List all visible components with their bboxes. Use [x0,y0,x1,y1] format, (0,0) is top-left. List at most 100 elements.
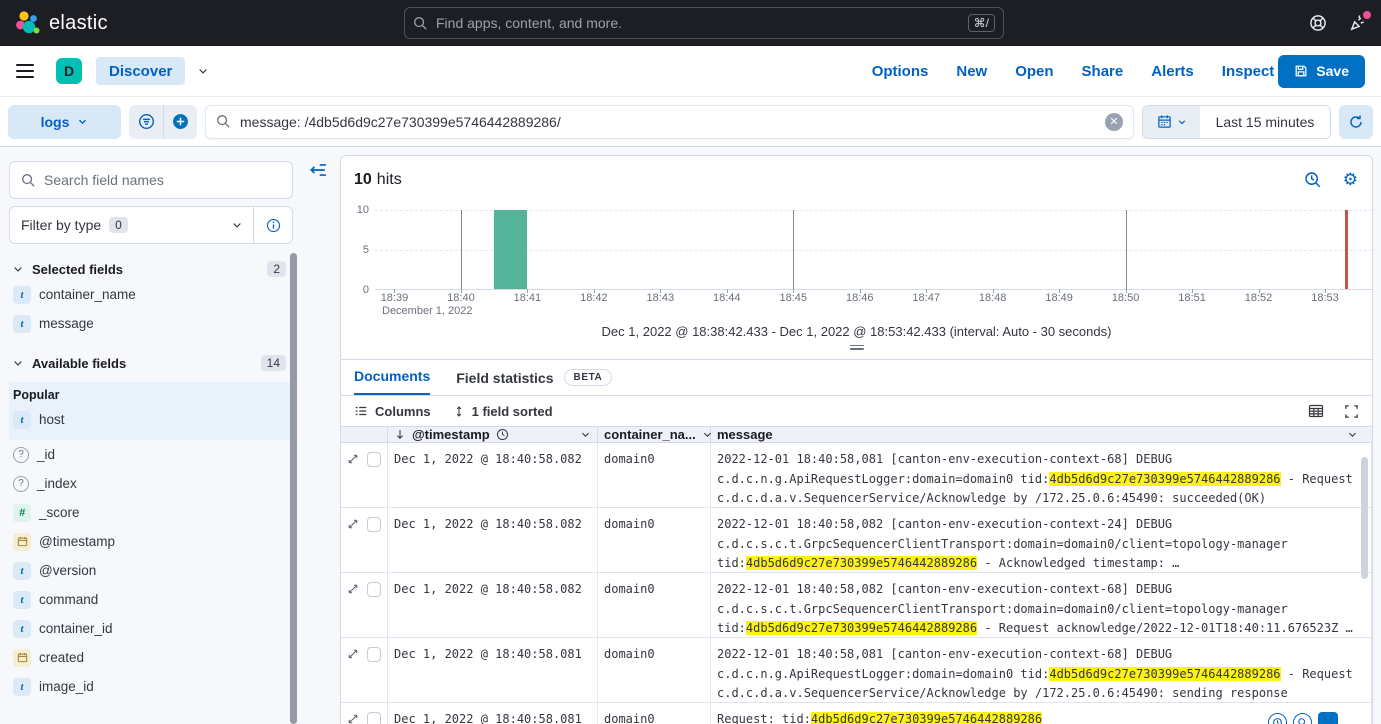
nav-link-open[interactable]: Open [1015,63,1053,80]
field-item-@version[interactable]: t@version [9,556,293,585]
space-avatar[interactable]: D [56,58,82,84]
collapse-sidebar-icon[interactable] [309,161,327,179]
global-search-input[interactable]: Find apps, content, and more. ⌘/ [404,7,1004,39]
document-row[interactable]: Dec 1, 2022 @ 18:40:58.082domain02022-12… [341,508,1372,573]
filter-by-type-dropdown[interactable]: Filter by type 0 [9,206,293,244]
search-icon [413,16,428,31]
help-icon[interactable] [1309,14,1327,32]
field-item-container_id[interactable]: tcontainer_id [9,614,293,643]
search-highlight: 4db5d6d9c27e730399e5746442889286 [1049,472,1280,486]
elastic-brand[interactable]: elastic [14,10,108,36]
grid-header-container-name[interactable]: container_na... [598,427,711,442]
available-fields-header[interactable]: Available fields 14 [9,352,293,374]
fullscreen-icon[interactable] [1344,404,1359,419]
expand-document-icon[interactable] [347,648,359,660]
display-options-table-icon[interactable] [1308,403,1324,419]
row-checkbox[interactable] [367,712,381,724]
row-checkbox[interactable] [367,582,381,597]
nav-link-inspect[interactable]: Inspect [1222,63,1275,80]
cell-filter-clock-icon[interactable] [1268,713,1287,724]
container-name-cell[interactable]: domain0 [598,703,711,724]
chart-options-gear-icon[interactable]: ⚙ [1343,172,1358,189]
menu-icon[interactable] [16,64,34,78]
document-row[interactable]: Dec 1, 2022 @ 18:40:58.081domain02022-12… [341,638,1372,703]
expand-document-icon[interactable] [347,453,359,465]
info-icon[interactable] [254,218,292,233]
save-button[interactable]: Save [1278,55,1365,88]
row-checkbox[interactable] [367,452,381,467]
brand-name: elastic [49,12,108,35]
notification-dot [1363,11,1371,19]
message-cell[interactable]: 2022-12-01 18:40:58,081 [canton-env-exec… [711,638,1372,702]
data-view-selector[interactable]: logs [8,105,121,139]
tab-documents[interactable]: Documents [354,368,430,395]
timestamp-cell[interactable]: Dec 1, 2022 @ 18:40:58.082 [388,573,598,637]
field-item-created[interactable]: created [9,643,293,672]
cell-primary-action-icon[interactable] [1318,712,1338,724]
tab-field-statistics[interactable]: Field statistics BETA [456,369,612,395]
search-highlight: 4db5d6d9c27e730399e5746442889286 [746,621,977,635]
add-filter-icon[interactable] [163,105,197,139]
chevron-down-icon[interactable] [197,65,209,77]
field-item-image_id[interactable]: timage_id [9,672,293,701]
cell-magnify-icon[interactable] [1293,713,1312,724]
field-item-container_name[interactable]: tcontainer_name [9,280,293,309]
time-range-label[interactable]: Last 15 minutes [1200,106,1330,138]
search-sessions-icon[interactable] [1304,171,1322,189]
container-name-cell[interactable]: domain0 [598,573,711,637]
query-input[interactable]: message: /4db5d6d9c27e730399e57464428892… [205,105,1134,139]
field-item-_index[interactable]: ?_index [9,469,293,498]
field-item-_id[interactable]: ?_id [9,440,293,469]
message-cell[interactable]: 2022-12-01 18:40:58,082 [canton-env-exec… [711,508,1372,572]
field-search-input[interactable]: Search field names [9,161,293,199]
save-button-label: Save [1316,63,1349,79]
columns-button[interactable]: Columns [354,404,431,419]
nav-link-alerts[interactable]: Alerts [1151,63,1194,80]
histogram-bar[interactable] [494,210,527,289]
nav-link-options[interactable]: Options [872,63,929,80]
container-name-cell[interactable]: domain0 [598,508,711,572]
document-row[interactable]: Dec 1, 2022 @ 18:40:58.082domain02022-12… [341,443,1372,508]
container-name-cell[interactable]: domain0 [598,443,711,507]
sort-fields-button[interactable]: 1 field sorted [453,404,553,419]
sidebar-scrollbar[interactable] [290,253,297,724]
newsfeed-icon[interactable] [1349,14,1367,32]
chevron-down-icon[interactable] [580,429,591,440]
x-tick-label: 18:39 [381,292,409,304]
nav-link-share[interactable]: Share [1082,63,1124,80]
grid-header-timestamp[interactable]: @timestamp [388,427,598,442]
timestamp-cell[interactable]: Dec 1, 2022 @ 18:40:58.082 [388,443,598,507]
timestamp-cell[interactable]: Dec 1, 2022 @ 18:40:58.082 [388,508,598,572]
field-item-@timestamp[interactable]: @timestamp [9,527,293,556]
message-cell[interactable]: 2022-12-01 18:40:58,082 [canton-env-exec… [711,573,1372,637]
selected-fields-header[interactable]: Selected fields 2 [9,258,293,280]
selected-fields-label: Selected fields [32,262,123,277]
row-checkbox[interactable] [367,517,381,532]
document-row[interactable]: Dec 1, 2022 @ 18:40:58.081domain0Request… [341,703,1372,724]
message-cell[interactable]: 2022-12-01 18:40:58,081 [canton-env-exec… [711,443,1372,507]
expand-document-icon[interactable] [347,583,359,595]
timestamp-cell[interactable]: Dec 1, 2022 @ 18:40:58.081 [388,703,598,724]
saved-query-icon[interactable] [129,105,163,139]
save-icon [1294,64,1308,78]
chevron-down-icon[interactable] [1347,429,1358,440]
document-row[interactable]: Dec 1, 2022 @ 18:40:58.082domain02022-12… [341,573,1372,638]
breadcrumb[interactable]: Discover [96,57,185,85]
calendar-icon[interactable] [1143,106,1200,138]
clear-query-icon[interactable]: ✕ [1105,113,1123,131]
container-name-cell[interactable]: domain0 [598,638,711,702]
grid-scrollbar[interactable] [1361,457,1368,722]
histogram-plot[interactable] [375,210,1372,290]
field-item-command[interactable]: tcommand [9,585,293,614]
field-item-_score[interactable]: #_score [9,498,293,527]
refresh-button[interactable] [1339,105,1373,139]
row-checkbox[interactable] [367,647,381,662]
expand-document-icon[interactable] [347,713,359,724]
nav-link-new[interactable]: New [956,63,987,80]
expand-document-icon[interactable] [347,518,359,530]
timestamp-cell[interactable]: Dec 1, 2022 @ 18:40:58.081 [388,638,598,702]
chart-resize-handle[interactable] [341,341,1372,353]
field-item-message[interactable]: tmessage [9,309,293,338]
grid-header-message[interactable]: message [711,427,1372,442]
field-item-host[interactable]: thost [9,405,293,434]
